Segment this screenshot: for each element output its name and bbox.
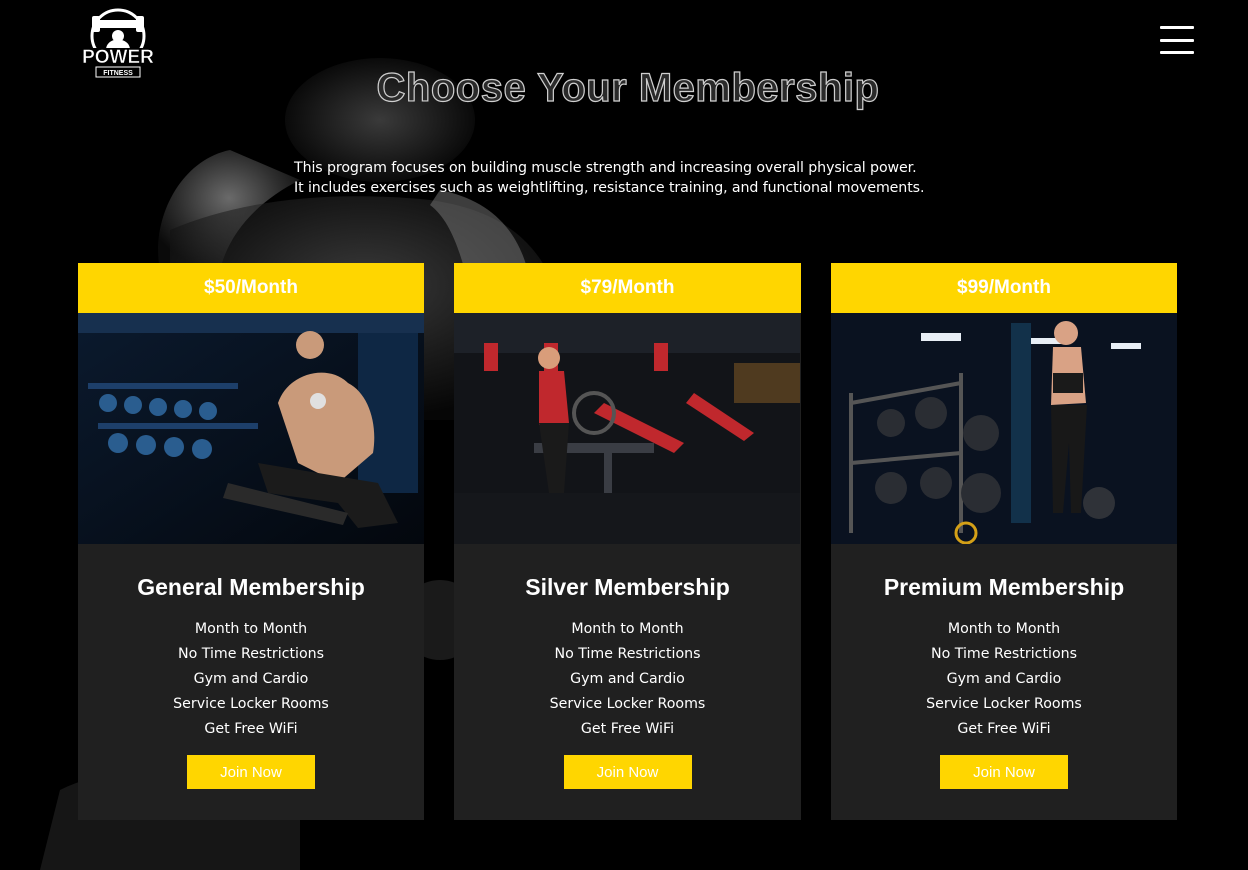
plan-name: Premium Membership xyxy=(883,574,1125,600)
feature-item: Get Free WiFi xyxy=(580,721,675,737)
feature-item: Service Locker Rooms xyxy=(549,696,706,712)
hamburger-line xyxy=(1160,38,1194,42)
feature-item: No Time Restrictions xyxy=(554,646,701,662)
feature-item: Month to Month xyxy=(947,621,1061,637)
plan-features: Month to Month No Time Restrictions Gym … xyxy=(454,617,801,742)
feature-item: Gym and Cardio xyxy=(946,671,1062,687)
plan-price: $99/Month xyxy=(831,263,1177,313)
logo-text: POWER xyxy=(82,47,154,68)
plan-card-silver: $79/Month Silver Membership Month to Mon… xyxy=(454,263,801,820)
plan-features: Month to Month No Time Restrictions Gym … xyxy=(831,617,1177,742)
plan-photo-woman-machine xyxy=(454,313,801,544)
feature-item: Month to Month xyxy=(571,621,684,637)
hamburger-menu-icon[interactable] xyxy=(1160,26,1194,54)
feature-item: Gym and Cardio xyxy=(193,671,309,687)
plan-photo-woman-weights xyxy=(831,313,1177,544)
intro-text: This program focuses on building muscle … xyxy=(294,158,1014,198)
hamburger-line xyxy=(1160,26,1194,29)
plan-price: $79/Month xyxy=(454,263,801,313)
page-title: Choose Your Membership xyxy=(376,65,880,110)
feature-item: Get Free WiFi xyxy=(957,721,1051,737)
plan-name: General Membership xyxy=(137,574,365,600)
feature-item: Service Locker Rooms xyxy=(173,696,329,712)
feature-item: No Time Restrictions xyxy=(177,646,325,662)
feature-item: Month to Month xyxy=(194,621,308,637)
plan-photo-man-dumbbell xyxy=(78,313,424,544)
plan-card-general: $50/Month General Membership Month to Mo… xyxy=(78,263,424,820)
feature-item: Gym and Cardio xyxy=(570,671,685,687)
join-now-button-silver[interactable]: Join Now xyxy=(563,755,692,789)
join-now-button-premium[interactable]: Join Now xyxy=(940,755,1068,789)
intro-line-1: This program focuses on building muscle … xyxy=(294,160,917,176)
intro-line-2: It includes exercises such as weightlift… xyxy=(294,180,925,196)
plan-features: Month to Month No Time Restrictions Gym … xyxy=(78,617,424,742)
plan-name: Silver Membership xyxy=(525,574,730,600)
feature-item: Get Free WiFi xyxy=(204,721,298,737)
membership-page: POWER FITNESS Choose Your Membership Thi… xyxy=(0,0,1248,870)
join-now-button-general[interactable]: Join Now xyxy=(187,755,315,789)
plan-card-premium: $99/Month Premium Membership Month to Mo… xyxy=(831,263,1177,820)
feature-item: Service Locker Rooms xyxy=(926,696,1082,712)
feature-item: No Time Restrictions xyxy=(930,646,1078,662)
plan-price: $50/Month xyxy=(78,263,424,313)
hamburger-line xyxy=(1160,51,1194,54)
